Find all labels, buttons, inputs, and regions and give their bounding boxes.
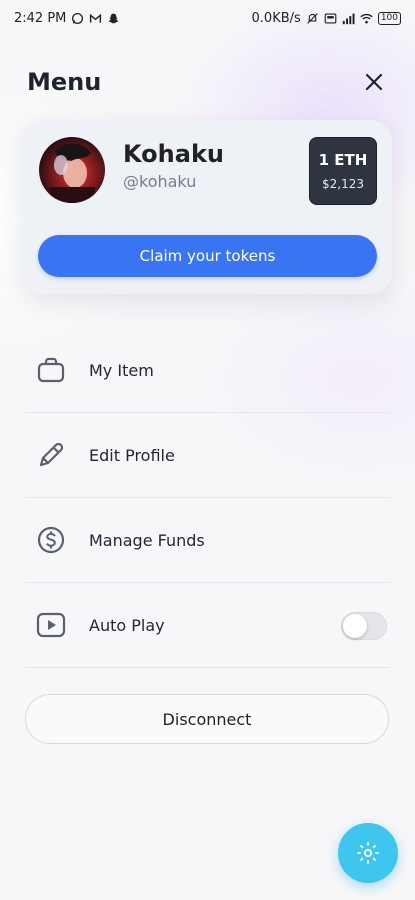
menu-item-manage-funds[interactable]: Manage Funds: [25, 498, 390, 583]
volte-icon: [324, 12, 337, 24]
claim-tokens-button[interactable]: Claim your tokens: [38, 235, 377, 277]
menu-item-label: My Item: [89, 360, 154, 380]
sun-icon: [357, 842, 379, 864]
menu-item-auto-play: Auto Play: [25, 583, 390, 668]
disconnect-button[interactable]: Disconnect: [25, 694, 389, 744]
usd-balance: $2,123: [322, 177, 364, 191]
avatar[interactable]: [39, 137, 105, 203]
page-title: Menu: [27, 68, 102, 96]
pencil-icon: [36, 440, 66, 470]
snapchat-icon: [109, 13, 119, 23]
menu-item-label: Auto Play: [89, 615, 165, 635]
status-bar: 2:42 PM 0.0KB/s 100: [0, 0, 415, 36]
mute-icon: [307, 12, 318, 24]
play-icon: [36, 610, 66, 640]
dollar-circle-icon: [36, 525, 66, 555]
wifi-icon: [360, 13, 373, 23]
theme-fab-button[interactable]: [338, 823, 398, 883]
profile-card: Kohaku @kohaku 1 ETH $2,123 Claim your t…: [22, 120, 392, 294]
gmail-icon: [90, 13, 102, 23]
menu-item-edit-profile[interactable]: Edit Profile: [25, 413, 390, 498]
close-button[interactable]: [363, 71, 385, 93]
menu-header: Menu: [27, 68, 385, 96]
auto-play-toggle[interactable]: [341, 612, 387, 640]
menu-item-label: Manage Funds: [89, 530, 205, 550]
bag-icon: [36, 355, 66, 385]
close-icon: [365, 73, 383, 91]
net-speed: 0.0KB/s: [251, 10, 301, 26]
battery-icon: 100: [377, 11, 401, 25]
menu-item-label: Edit Profile: [89, 445, 175, 465]
balance-box: 1 ETH $2,123: [309, 137, 377, 205]
menu-item-my-item[interactable]: My Item: [25, 328, 390, 413]
toggle-knob: [343, 614, 367, 638]
signal-icon: [342, 13, 355, 24]
user-handle: @kohaku: [123, 172, 197, 191]
eth-balance: 1 ETH: [318, 151, 368, 169]
menu-list: My Item Edit Profile Manage Funds Auto P…: [25, 328, 390, 668]
user-name: Kohaku: [123, 140, 224, 168]
clock: 2:42 PM: [14, 10, 67, 26]
avatar-image: [39, 137, 105, 203]
whatsapp-icon: [72, 12, 84, 24]
